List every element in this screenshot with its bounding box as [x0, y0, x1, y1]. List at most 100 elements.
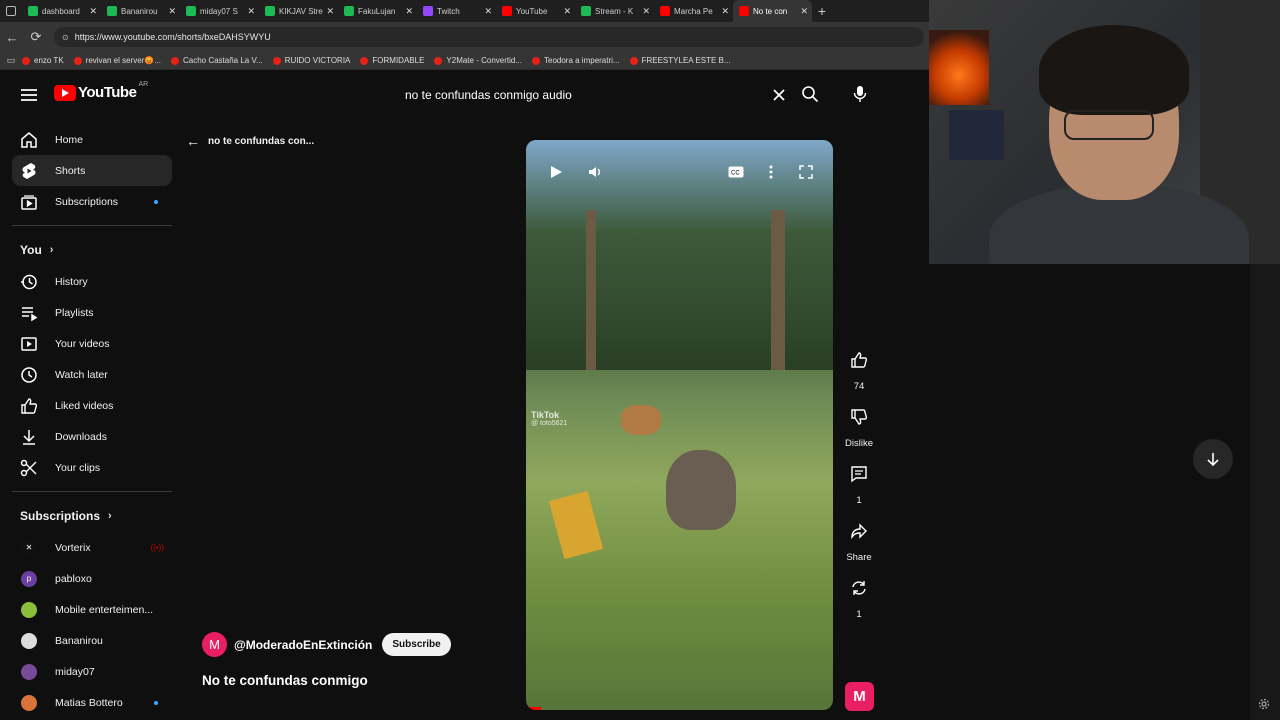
close-tab-icon[interactable]: ✕: [326, 6, 334, 17]
remix-button[interactable]: [844, 573, 874, 603]
reload-icon[interactable]: ⟳: [24, 25, 48, 49]
browser-tab[interactable]: No te con ✕: [733, 0, 812, 22]
search-input[interactable]: [393, 80, 765, 110]
video-progress-bar[interactable]: [526, 707, 542, 710]
search-button[interactable]: [796, 80, 824, 108]
bookmark-label: Teodora a imperatri...: [544, 56, 620, 65]
subscription-item[interactable]: miday07: [12, 656, 172, 687]
window-menu-icon[interactable]: [0, 0, 22, 22]
sidebar: Home Shorts Subscriptions You › History Pla…: [0, 124, 172, 718]
sidebar-item-history[interactable]: History: [12, 266, 172, 297]
sidebar-item-shorts[interactable]: Shorts: [12, 155, 172, 186]
browser-tab[interactable]: Twitch ✕: [417, 0, 496, 22]
sidebar-item-home[interactable]: Home: [12, 124, 172, 155]
sidebar-item-liked-videos[interactable]: Liked videos: [12, 390, 172, 421]
next-video-button[interactable]: [1193, 439, 1233, 479]
youtube-logo[interactable]: YouTube AR: [54, 81, 148, 101]
close-tab-icon[interactable]: ✕: [168, 6, 176, 17]
channel-avatar[interactable]: M: [202, 632, 227, 657]
bookmark-item[interactable]: enzo TK: [22, 56, 64, 65]
like-button[interactable]: [844, 345, 874, 375]
browser-tab[interactable]: Marcha Pe ✕: [654, 0, 733, 22]
tiktok-watermark: TikTok @ toto5621: [531, 410, 567, 427]
watch-later-icon: [20, 366, 38, 384]
shorts-video-player[interactable]: TikTok @ toto5621 CC: [526, 140, 833, 710]
you-title-text: You: [20, 243, 42, 257]
volume-button[interactable]: [584, 162, 608, 182]
bookmark-favicon-icon: [22, 56, 30, 65]
tab-favicon-icon: [265, 6, 275, 16]
tab-label: Twitch: [437, 6, 460, 16]
sidebar-item-playlists[interactable]: Playlists: [12, 297, 172, 328]
fullscreen-button[interactable]: [794, 162, 818, 182]
url-text: https://www.youtube.com/shorts/bxeDAHSYW…: [74, 32, 271, 42]
sidebar-item-watch-later[interactable]: Watch later: [12, 359, 172, 390]
url-field[interactable]: ⊙ https://www.youtube.com/shorts/bxeDAHS…: [54, 27, 924, 47]
dislike-label: Dislike: [845, 438, 873, 449]
menu-icon[interactable]: [18, 84, 40, 106]
browser-tab[interactable]: miday07 S ✕: [180, 0, 259, 22]
tab-label: No te con: [753, 6, 788, 16]
subscription-item[interactable]: Matias Bottero: [12, 687, 172, 718]
subscription-item[interactable]: Bananirou: [12, 625, 172, 656]
channel-name[interactable]: @ModeradoEnExtinción: [234, 638, 372, 652]
bookmark-item[interactable]: Cacho Castaña La V...: [170, 56, 263, 65]
close-tab-icon[interactable]: ✕: [89, 6, 97, 17]
tab-favicon-icon: [660, 6, 670, 16]
browser-tab[interactable]: dashboard ✕: [22, 0, 101, 22]
sound-source-avatar[interactable]: M: [845, 682, 874, 711]
browser-tab-bar: dashboard ✕ Bananirou ✕ miday07 S ✕ KIKJAV Str…: [0, 0, 930, 22]
gear-icon[interactable]: [1258, 697, 1270, 715]
bookmark-item[interactable]: FREESTYLEA ESTE B...: [629, 56, 731, 65]
back-nav-icon[interactable]: ←: [0, 25, 24, 49]
comments-button[interactable]: [844, 459, 874, 489]
subscriptions-section-title[interactable]: Subscriptions ›: [20, 500, 172, 532]
sidebar-item-your-videos[interactable]: Your videos: [12, 328, 172, 359]
close-tab-icon[interactable]: ✕: [642, 6, 650, 17]
tab-label: YouTube: [516, 6, 548, 16]
bookmark-item[interactable]: Teodora a imperatri...: [532, 56, 620, 65]
subscription-item[interactable]: Mobile enterteimen...: [12, 594, 172, 625]
tab-favicon-icon: [107, 6, 117, 16]
close-tab-icon[interactable]: ✕: [247, 6, 255, 17]
you-section-title[interactable]: You ›: [20, 234, 172, 266]
bookmark-item[interactable]: FORMIDABLE: [360, 56, 424, 65]
subscription-item[interactable]: p pabloxo: [12, 563, 172, 594]
close-tab-icon[interactable]: ✕: [800, 6, 808, 17]
dislike-button[interactable]: [844, 402, 874, 432]
new-tab-button[interactable]: +: [812, 3, 832, 19]
volume-icon: [589, 167, 600, 177]
clear-search-icon[interactable]: [765, 88, 793, 102]
bookmark-item[interactable]: RUIDO VICTORIA: [272, 56, 350, 65]
site-info-icon[interactable]: ⊙: [62, 33, 69, 42]
browser-tab[interactable]: Stream - K ✕: [575, 0, 654, 22]
more-options-button[interactable]: [759, 162, 783, 182]
video-title[interactable]: No te confundas conmigo: [202, 673, 368, 688]
tab-favicon-icon: [344, 6, 354, 16]
shorts-back-link[interactable]: ← no te confundas con...: [186, 133, 314, 149]
bookmark-item[interactable]: Y2Mate - Convertid...: [434, 56, 522, 65]
sidebar-item-your-clips[interactable]: Your clips: [12, 452, 172, 483]
browser-tab[interactable]: FakuLujan ✕: [338, 0, 417, 22]
close-tab-icon[interactable]: ✕: [484, 6, 492, 17]
browser-tab[interactable]: YouTube ✕: [496, 0, 575, 22]
tab-search-icon[interactable]: ▭: [0, 49, 22, 73]
sidebar-item-subscriptions[interactable]: Subscriptions: [12, 186, 172, 217]
share-button[interactable]: [844, 516, 874, 546]
bookmark-item[interactable]: revivan el server😡...: [73, 56, 161, 65]
subscription-item[interactable]: ✕ Vorterix ((•)): [12, 532, 172, 563]
close-tab-icon[interactable]: ✕: [563, 6, 571, 17]
sidebar-item-downloads[interactable]: Downloads: [12, 421, 172, 452]
play-button[interactable]: [544, 162, 568, 182]
browser-tab[interactable]: KIKJAV Stre ✕: [259, 0, 338, 22]
close-tab-icon[interactable]: ✕: [405, 6, 413, 17]
bookmark-favicon-icon: [434, 56, 443, 65]
voice-search-button[interactable]: [846, 80, 874, 108]
subscribe-button[interactable]: Subscribe: [382, 633, 451, 656]
browser-tab[interactable]: Bananirou ✕: [101, 0, 180, 22]
channel-avatar: ✕: [20, 539, 38, 557]
captions-button[interactable]: CC: [724, 162, 748, 182]
close-tab-icon[interactable]: ✕: [721, 6, 729, 17]
history-icon: [20, 273, 38, 291]
arrow-left-icon: ←: [186, 133, 200, 149]
